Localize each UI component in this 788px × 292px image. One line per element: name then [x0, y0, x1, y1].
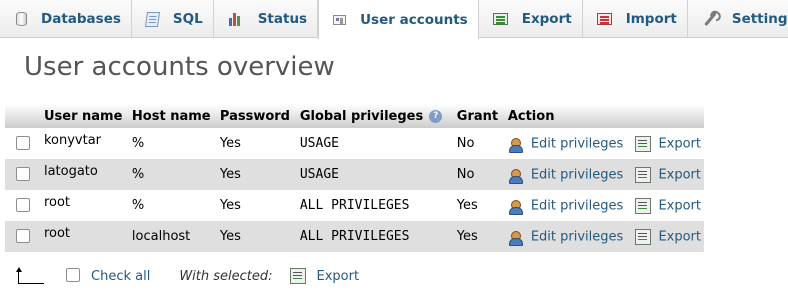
table-row: latogato % Yes USAGE No Edit privileges … [5, 159, 704, 190]
user-name-cell: root [40, 221, 129, 252]
table-row: root localhost Yes ALL PRIVILEGES Yes Ed… [5, 221, 704, 252]
row-select-cell [5, 221, 41, 252]
select-arrow-icon [16, 267, 44, 285]
tab-user-accounts[interactable]: User accounts [318, 0, 479, 39]
tab-export[interactable]: Export [479, 0, 583, 38]
export-icon[interactable] [635, 197, 652, 214]
tab-sql[interactable]: SQL [132, 0, 214, 38]
database-icon [16, 12, 27, 26]
user-name-cell: root [40, 190, 129, 221]
password-cell: Yes [216, 221, 297, 252]
tab-label: Status [257, 11, 308, 27]
export-icon [492, 13, 508, 25]
host-name-cell: % [128, 159, 217, 190]
edit-privileges-link[interactable]: Edit privileges [531, 198, 623, 213]
privileges-cell: ALL PRIVILEGES [296, 190, 454, 221]
action-cell: Edit privileges Export [504, 190, 704, 221]
tab-label: Databases [41, 11, 121, 27]
tab-label: Settings [731, 11, 788, 27]
top-tab-bar: Databases SQL Status User accounts Expor… [0, 0, 788, 39]
tab-status[interactable]: Status [214, 0, 319, 38]
tab-label: Import [625, 11, 677, 27]
row-checkbox[interactable] [16, 197, 30, 212]
row-checkbox[interactable] [16, 228, 30, 243]
table-row: root % Yes ALL PRIVILEGES Yes Edit privi… [5, 190, 704, 221]
table-header-row: User name Host name Password Global priv… [5, 104, 704, 128]
column-header-privileges: Global privileges? [296, 104, 454, 128]
host-name-cell: % [128, 128, 217, 159]
export-icon[interactable] [289, 268, 306, 284]
tab-databases[interactable]: Databases [0, 0, 132, 38]
wrench-icon [702, 11, 718, 27]
tab-label: Export [521, 11, 572, 27]
privileges-cell: USAGE [296, 128, 454, 159]
export-icon[interactable] [635, 135, 652, 152]
privileges-cell: ALL PRIVILEGES [296, 221, 454, 252]
action-cell: Edit privileges Export [504, 128, 704, 159]
column-header-grant: Grant [453, 104, 505, 128]
password-cell: Yes [216, 128, 297, 159]
check-all-checkbox[interactable] [66, 268, 80, 282]
password-cell: Yes [216, 159, 297, 190]
row-checkbox[interactable] [16, 166, 30, 181]
edit-privileges-link[interactable]: Edit privileges [531, 167, 623, 182]
tab-label: User accounts [360, 11, 468, 28]
row-select-cell [5, 190, 41, 221]
action-cell: Edit privileges Export [504, 159, 704, 190]
edit-privileges-icon[interactable] [508, 229, 524, 246]
export-link[interactable]: Export [658, 229, 701, 244]
edit-privileges-icon[interactable] [508, 167, 524, 184]
column-header-label: Global privileges [299, 108, 424, 124]
select-column-header [5, 104, 41, 128]
password-cell: Yes [216, 190, 297, 221]
tab-import[interactable]: Import [583, 0, 688, 38]
sql-icon [144, 11, 160, 27]
user-name-cell: konyvtar [40, 128, 129, 159]
import-icon [596, 13, 612, 25]
grant-cell: Yes [453, 190, 505, 221]
column-header-host: Host name [128, 104, 217, 128]
tab-label: SQL [172, 11, 203, 27]
column-header-action: Action [504, 104, 704, 128]
user-name-cell: latogato [40, 159, 129, 190]
grant-cell: Yes [453, 221, 505, 252]
edit-privileges-link[interactable]: Edit privileges [531, 136, 623, 151]
action-cell: Edit privileges Export [504, 221, 704, 252]
host-name-cell: % [128, 190, 217, 221]
edit-privileges-icon[interactable] [508, 136, 524, 153]
bulk-export-link[interactable]: Export [317, 269, 360, 284]
with-selected-label: With selected: [179, 268, 273, 284]
privileges-cell: USAGE [296, 159, 454, 190]
help-icon[interactable]: ? [429, 109, 443, 123]
column-header-password: Password [216, 104, 297, 128]
check-all-link[interactable]: Check all [91, 269, 150, 284]
bulk-actions-footer: Check all With selected: Export [16, 264, 359, 288]
grant-cell: No [453, 128, 505, 159]
export-link[interactable]: Export [658, 136, 701, 151]
edit-privileges-link[interactable]: Edit privileges [531, 229, 623, 244]
user-accounts-table: User name Host name Password Global priv… [5, 104, 704, 252]
export-icon[interactable] [635, 166, 652, 183]
host-name-cell: localhost [128, 221, 217, 252]
export-link[interactable]: Export [658, 167, 701, 182]
row-checkbox[interactable] [16, 135, 30, 150]
row-select-cell [5, 159, 41, 190]
row-select-cell [5, 128, 41, 159]
user-accounts-icon [333, 14, 347, 25]
table-row: konyvtar % Yes USAGE No Edit privileges … [5, 128, 704, 159]
status-chart-icon [228, 11, 244, 27]
column-header-user: User name [40, 104, 129, 128]
tab-settings[interactable]: Settings [688, 0, 788, 38]
edit-privileges-icon[interactable] [508, 198, 524, 215]
export-link[interactable]: Export [658, 198, 701, 213]
grant-cell: No [453, 159, 505, 190]
page-title: User accounts overview [24, 52, 335, 82]
export-icon[interactable] [635, 228, 652, 245]
